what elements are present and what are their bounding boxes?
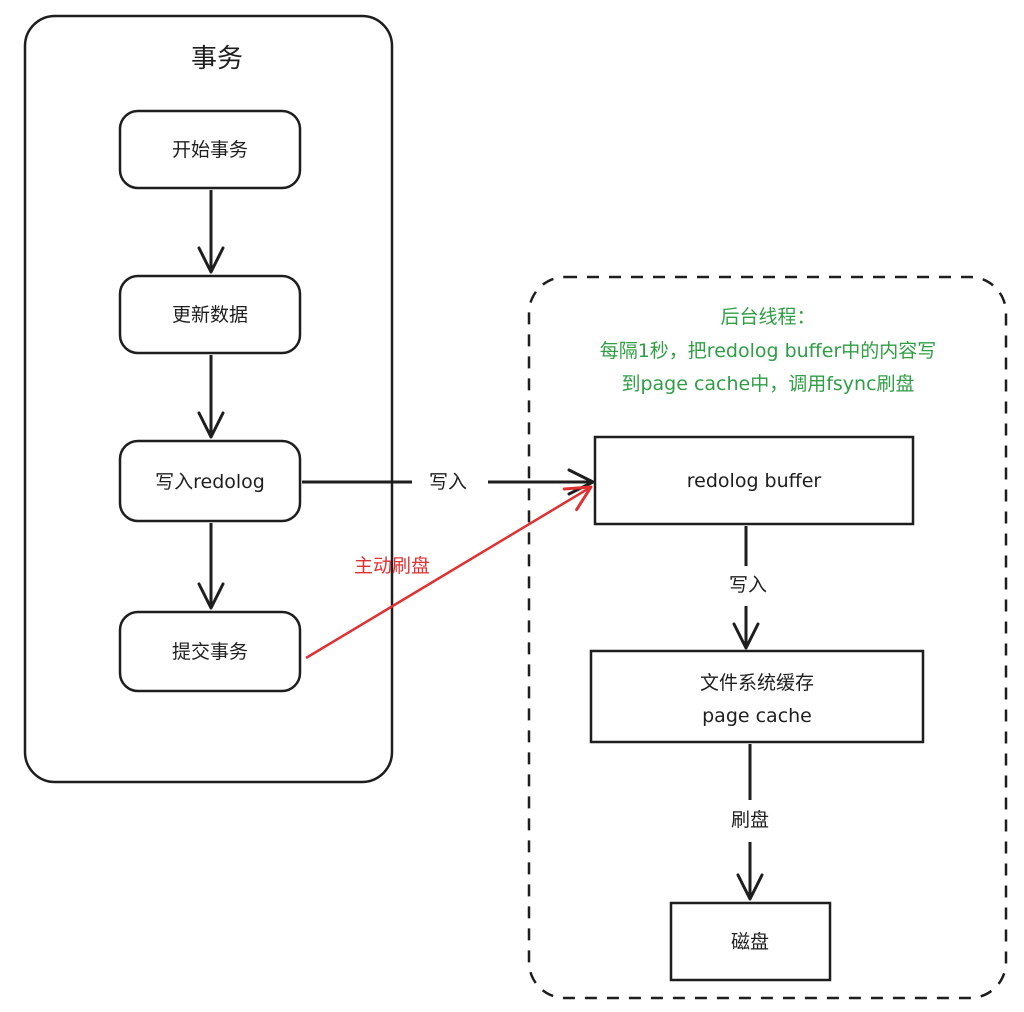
disk-label: 磁盘 xyxy=(731,931,769,953)
background-note-line1: 后台线程： xyxy=(720,306,815,328)
cache-to-disk-label: 刷盘 xyxy=(731,809,769,831)
page-cache-label-line2: page cache xyxy=(702,705,812,727)
write-to-buffer-label: 写入 xyxy=(429,471,467,493)
write-redolog-label: 写入redolog xyxy=(155,471,265,493)
active-flush-label: 主动刷盘 xyxy=(354,555,430,577)
commit-transaction-label: 提交事务 xyxy=(172,641,248,663)
background-note-line3: 到page cache中，调用fsync刷盘 xyxy=(621,373,914,395)
page-cache-node xyxy=(589,649,925,744)
transaction-title: 事务 xyxy=(191,44,243,74)
page-cache-label-line1: 文件系统缓存 xyxy=(700,672,814,694)
start-transaction-label: 开始事务 xyxy=(172,139,248,161)
buffer-to-cache-label: 写入 xyxy=(729,574,767,596)
arrow-active-flush xyxy=(305,485,593,660)
redolog-buffer-label: redolog buffer xyxy=(687,470,822,492)
background-note-line2: 每隔1秒，把redolog buffer中的内容写 xyxy=(600,340,937,362)
flow-diagram: 事务 开始事务 更新数据 写入redolog 提交事务 后台线程： 每隔1秒，把… xyxy=(23,14,1008,1000)
update-data-label: 更新数据 xyxy=(172,304,248,326)
